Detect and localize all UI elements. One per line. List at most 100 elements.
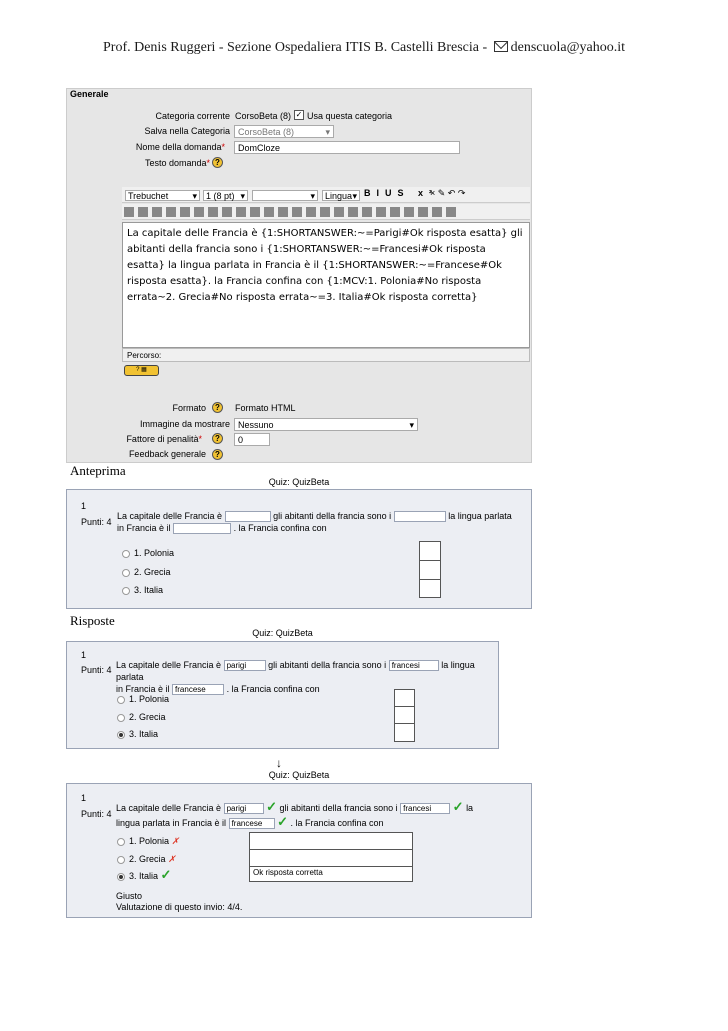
align-center-icon[interactable] (138, 207, 148, 217)
help-icon[interactable]: ? (212, 402, 223, 413)
question-text-area[interactable]: La capitale delle Francia è {1:SHORTANSW… (122, 222, 530, 348)
bg-color-icon[interactable] (278, 207, 288, 217)
feedback-cells (394, 689, 415, 742)
style-select[interactable]: ▾ (252, 190, 318, 201)
answer-input-1[interactable] (224, 511, 271, 523)
text-color-icon[interactable] (264, 207, 274, 217)
feedback-text: Ok risposta corretta (253, 868, 323, 877)
answer-input-3[interactable]: francese (172, 684, 225, 696)
usa-categoria-label: Usa questa categoria (307, 111, 393, 121)
answer-input-3[interactable] (173, 523, 232, 535)
question-points: Punti: 4 (81, 665, 112, 675)
question-body: La capitale delle Francia è parigi gli a… (116, 660, 475, 696)
chevron-down-icon: ▾ (409, 420, 414, 430)
size-select[interactable]: 1 (8 pt) ▾ (203, 190, 248, 201)
hr-icon[interactable] (292, 207, 302, 217)
envelope-icon (493, 41, 508, 52)
question-points: Punti: 4 (81, 517, 112, 527)
quiz-title: Quiz: QuizBeta (268, 477, 330, 487)
option-1[interactable]: 1. Polonia (117, 693, 169, 705)
align-left-icon[interactable] (124, 207, 134, 217)
result-score: Valutazione di questo invio: 4/4. (116, 902, 243, 912)
salva-label: Salva nella Categoria (144, 126, 230, 136)
answer-input-2[interactable] (393, 511, 446, 523)
chevron-down-icon: ▾ (310, 191, 315, 201)
chevron-down-icon: ▾ (192, 191, 197, 201)
page-header: Prof. Denis Ruggeri - Sezione Ospedalier… (0, 40, 728, 56)
option-2[interactable]: 2. Grecia (122, 566, 171, 578)
nome-input[interactable]: DomCloze (234, 141, 460, 154)
misc-buttons[interactable]: × ✎ ↶ ↷ (430, 188, 465, 199)
option-2[interactable]: 2. Grecia (117, 711, 166, 723)
search-icon[interactable] (418, 207, 428, 217)
ltr-icon[interactable] (180, 207, 190, 217)
unordered-list-icon[interactable] (222, 207, 232, 217)
checkmark-icon: ✓ (266, 799, 278, 814)
table-icon[interactable] (376, 207, 386, 217)
answer-input-3: francese (228, 818, 275, 830)
penalita-input[interactable]: 0 (234, 433, 270, 446)
outdent-icon[interactable] (236, 207, 246, 217)
option-1[interactable]: 1. Polonia (122, 547, 174, 559)
option-2: 2. Grecia ✗ (117, 853, 176, 865)
answer-input-2: francesi (400, 803, 451, 815)
link-icon[interactable] (320, 207, 330, 217)
align-justify-icon[interactable] (166, 207, 176, 217)
formato-value: Formato HTML (235, 403, 296, 413)
help-icon[interactable]: ? (212, 157, 223, 168)
chevron-down-icon: ▾ (352, 191, 357, 201)
categoria-label: Categoria corrente (155, 111, 230, 121)
feedback-cells: Ok risposta corretta (249, 832, 413, 882)
ordered-list-icon[interactable] (208, 207, 218, 217)
cross-icon: ✗ (171, 836, 180, 846)
option-1: 1. Polonia ✗ (117, 835, 179, 847)
option-3[interactable]: 3. Italia (117, 728, 158, 740)
answer-input-1[interactable]: parigi (223, 660, 266, 672)
html-source-icon[interactable] (432, 207, 442, 217)
path-bar: Percorso: (122, 348, 530, 362)
image-icon[interactable] (362, 207, 372, 217)
quiz-title: Quiz: QuizBeta (268, 770, 330, 780)
checkmark-icon: ✓ (160, 867, 172, 882)
section-title: Generale (70, 89, 109, 99)
testo-label: Testo domanda* (144, 158, 210, 168)
cross-icon: ✗ (168, 854, 176, 864)
editor-toolbar-2 (122, 204, 530, 220)
indent-icon[interactable] (250, 207, 260, 217)
unlink-icon[interactable] (334, 207, 344, 217)
salva-select[interactable]: CorsoBeta (8) ▾ (234, 125, 334, 138)
rtl-icon[interactable] (194, 207, 204, 217)
align-right-icon[interactable] (152, 207, 162, 217)
fullscreen-icon[interactable] (446, 207, 456, 217)
anchor-icon[interactable] (306, 207, 316, 217)
chevron-down-icon: ▾ (240, 191, 245, 201)
categoria-value: CorsoBeta (8) (235, 111, 292, 121)
answer-input-2[interactable]: francesi (388, 660, 439, 672)
checkmark-icon: ✓ (277, 814, 288, 829)
question-number: 1 (81, 793, 87, 803)
answer-input-1: parigi (223, 803, 264, 815)
nome-label: Nome della domanda* (135, 142, 225, 152)
lang-select[interactable]: Lingua ▾ (322, 190, 360, 201)
question-body: La capitale delle Francia è gli abitanti… (117, 511, 512, 535)
special-char-icon[interactable] (404, 207, 414, 217)
risposte-heading: Risposte (70, 613, 115, 628)
option-3[interactable]: 3. Italia (122, 584, 163, 596)
feedback-cells (419, 541, 441, 598)
feedback-label: Feedback generale (128, 449, 206, 459)
question-number: 1 (81, 650, 87, 660)
format-buttons[interactable]: BIUS x² (364, 188, 438, 198)
help-icon[interactable]: ? (212, 433, 223, 444)
immagine-select[interactable]: Nessuno ▾ (234, 418, 418, 431)
font-select[interactable]: Trebuchet ▾ (125, 190, 200, 201)
chevron-down-icon: ▾ (325, 127, 330, 137)
arrow-down-icon: ↓ (276, 756, 282, 770)
smiley-icon[interactable] (390, 207, 400, 217)
editor-toggle-button[interactable]: ? ▦ (124, 365, 159, 376)
nolink-icon[interactable] (348, 207, 358, 217)
quiz-title: Quiz: QuizBeta (252, 628, 313, 638)
usa-categoria-checkbox[interactable]: ✓ (294, 110, 304, 120)
question-points: Punti: 4 (81, 809, 112, 819)
salva-value: CorsoBeta (8) (238, 127, 295, 137)
help-icon[interactable]: ? (212, 449, 223, 460)
